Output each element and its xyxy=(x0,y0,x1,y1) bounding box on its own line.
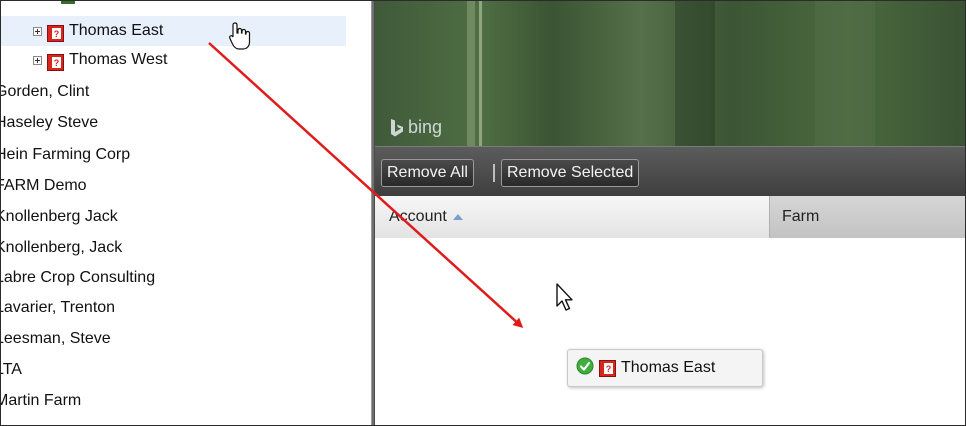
svg-text:?: ? xyxy=(606,364,612,374)
tree-top-sliver xyxy=(61,1,75,4)
expand-icon[interactable] xyxy=(33,55,42,65)
app-window: ? Thomas East ? Thomas West Gorden, Clin… xyxy=(0,0,966,426)
toolbar-separator xyxy=(493,164,495,182)
column-header-label: Farm xyxy=(782,208,820,225)
farm-icon: ? xyxy=(599,359,616,377)
remove-all-button[interactable]: Remove All xyxy=(381,159,474,187)
column-header-account[interactable]: Account xyxy=(375,196,769,238)
tree-item-thomas-east[interactable]: ? Thomas East xyxy=(1,16,346,46)
account-tree-panel: ? Thomas East ? Thomas West Gorden, Clin… xyxy=(1,1,371,425)
column-header-label: Account xyxy=(389,208,447,225)
map-view[interactable]: bing xyxy=(375,1,965,146)
selection-grid-header: Account Farm xyxy=(375,196,965,239)
tree-item-account[interactable]: Hein Farming Corp xyxy=(1,140,130,170)
sort-ascending-icon xyxy=(452,213,463,220)
bing-logo: bing xyxy=(389,117,442,138)
svg-text:?: ? xyxy=(54,58,60,68)
remove-selected-button[interactable]: Remove Selected xyxy=(501,159,640,187)
tree-item-account[interactable]: Lavarier, Trenton xyxy=(1,293,115,323)
tree-item-account[interactable]: FARM Demo xyxy=(1,171,87,201)
tree-item-label: Thomas East xyxy=(69,22,164,39)
expand-icon[interactable] xyxy=(33,26,42,36)
selection-toolbar: Remove All Remove Selected xyxy=(375,146,965,197)
farm-icon: ? xyxy=(47,52,64,71)
tree-item-account[interactable]: Leesman, Steve xyxy=(1,324,111,354)
tree-item-account[interactable]: Gorden, Clint xyxy=(1,77,89,107)
map-field-stripe xyxy=(479,1,482,146)
tree-item-account[interactable]: Knollenberg Jack xyxy=(1,202,118,232)
drag-proxy-label: Thomas East xyxy=(621,359,716,376)
map-field-stripe xyxy=(467,1,475,146)
map-field-stripe xyxy=(815,1,875,146)
map-field-stripe xyxy=(675,1,715,146)
farm-icon: ? xyxy=(47,23,64,42)
tree-item-account[interactable]: LTA xyxy=(1,355,22,385)
tree-item-account[interactable]: Knollenberg, Jack xyxy=(1,233,122,263)
tree-item-label: Thomas West xyxy=(69,51,168,68)
check-icon xyxy=(576,357,594,380)
bing-attribution: bing xyxy=(408,117,443,137)
tree-item-account[interactable]: Labre Crop Consulting xyxy=(1,263,155,293)
drag-proxy: ? Thomas East xyxy=(567,349,763,387)
column-header-farm[interactable]: Farm xyxy=(769,196,965,238)
tree-item-account[interactable]: Martin Farm xyxy=(1,386,81,416)
bing-icon xyxy=(391,118,403,136)
tree-item-account[interactable]: Haseley Steve xyxy=(1,108,98,138)
svg-text:?: ? xyxy=(54,29,60,39)
selection-grid-body[interactable] xyxy=(375,238,965,425)
tree-item-thomas-west[interactable]: ? Thomas West xyxy=(1,45,167,75)
